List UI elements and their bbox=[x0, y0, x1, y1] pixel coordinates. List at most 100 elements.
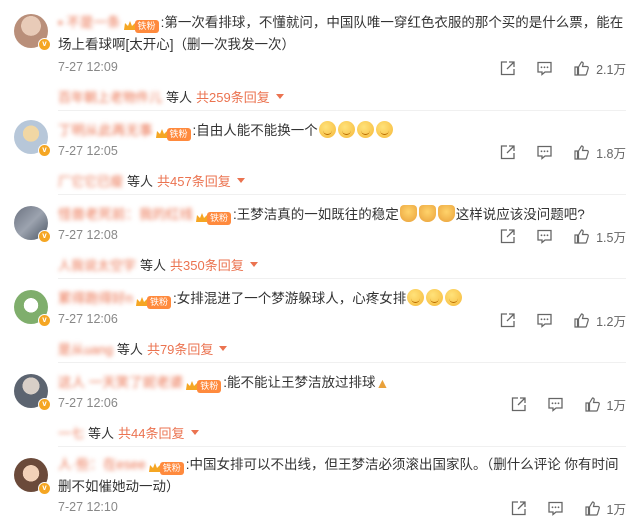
share-icon[interactable] bbox=[499, 228, 516, 245]
fan-badge: 铁粉 bbox=[185, 375, 222, 393]
comment-username[interactable]: ▪ 不是一条 bbox=[58, 15, 121, 30]
divider bbox=[58, 446, 626, 447]
reply-count[interactable]: 共457条回复 bbox=[157, 171, 231, 190]
reply-username[interactable]: 人我说太空宇 bbox=[58, 255, 136, 274]
like-button[interactable]: 1万 bbox=[584, 395, 626, 414]
comment-icon[interactable] bbox=[536, 144, 553, 161]
comment-text: 丁明从此再无事 铁粉:自由人能不能换一个 bbox=[58, 120, 626, 142]
verified-badge-icon: v bbox=[38, 38, 51, 51]
fan-badge: 铁粉 bbox=[123, 15, 159, 33]
grin-emoji-icon bbox=[375, 121, 393, 139]
verified-badge-icon: v bbox=[38, 482, 51, 495]
fan-badge: 铁粉 bbox=[148, 457, 184, 475]
thumbs-up-icon bbox=[574, 60, 589, 76]
grin-emoji-icon bbox=[426, 289, 444, 307]
thumbs-up-emoji-icon bbox=[399, 205, 417, 223]
share-icon[interactable] bbox=[499, 60, 516, 77]
grin-emoji-icon bbox=[337, 121, 355, 139]
like-count: 1万 bbox=[606, 502, 626, 517]
pray-emoji-icon: ▲ bbox=[375, 375, 390, 392]
reply-summary[interactable]: 人我说太空宇 等人 共350条回复 bbox=[58, 254, 258, 274]
comment-body: :王梦洁真的一如既往的稳定 bbox=[233, 207, 399, 222]
comment-username[interactable]: 丁明从此再无事 bbox=[58, 123, 153, 138]
reply-count[interactable]: 共79条回复 bbox=[147, 339, 213, 358]
comment-icon[interactable] bbox=[547, 500, 564, 517]
like-count: 2.1万 bbox=[596, 62, 626, 77]
chevron-down-icon[interactable] bbox=[275, 93, 284, 99]
verified-badge-icon: v bbox=[38, 314, 51, 327]
comment-username[interactable]: 这人 一天笑了妮老婆 bbox=[58, 375, 183, 390]
reply-summary[interactable]: 厂它它已瘦 等人 共457条回复 bbox=[58, 170, 245, 190]
like-count: 1.2万 bbox=[596, 314, 626, 329]
like-count: 1万 bbox=[606, 398, 626, 413]
comment-icon[interactable] bbox=[536, 228, 553, 245]
comment-time: 7-27 12:08 bbox=[58, 228, 118, 242]
thumbs-up-icon bbox=[574, 312, 589, 328]
fan-badge: 铁粉 bbox=[135, 291, 172, 309]
like-button[interactable]: 1万 bbox=[584, 499, 626, 518]
comment-text: 怪兽老死前：我的红线 铁粉:王梦洁真的一如既往的稳定 这样说应该没问题吧? bbox=[58, 204, 626, 226]
comment-text: ▪ 不是一条 铁粉:第一次看排球，不懂就问，中国队唯一穿红色衣服的那个买的是什么票… bbox=[58, 12, 626, 56]
verified-badge-icon: v bbox=[38, 230, 51, 243]
like-count: 1.8万 bbox=[596, 146, 626, 161]
grin-emoji-icon bbox=[356, 121, 374, 139]
like-button[interactable]: 1.2万 bbox=[573, 311, 626, 330]
chevron-down-icon[interactable] bbox=[249, 261, 258, 267]
grin-emoji-icon bbox=[407, 289, 425, 307]
comment-username[interactable]: 人·些：在esee bbox=[58, 457, 146, 472]
comment-meta: 7-27 12:06 1.2万 bbox=[58, 310, 626, 330]
reply-username[interactable]: 一七 bbox=[58, 423, 84, 442]
share-icon[interactable] bbox=[499, 144, 516, 161]
comment-body: :女排混进了一个梦游躲球人，心疼女排 bbox=[173, 291, 407, 306]
share-icon[interactable] bbox=[510, 500, 527, 517]
thumbs-up-emoji-icon bbox=[437, 205, 455, 223]
fan-badge: 铁粉 bbox=[195, 207, 232, 225]
like-button[interactable]: 2.1万 bbox=[573, 59, 626, 78]
comment-meta: 7-27 12:06 1万 bbox=[58, 394, 626, 414]
comment-time: 7-27 12:06 bbox=[58, 396, 118, 410]
chevron-down-icon[interactable] bbox=[219, 345, 228, 351]
chevron-down-icon[interactable] bbox=[236, 177, 245, 183]
comment-icon[interactable] bbox=[536, 60, 553, 77]
reply-username[interactable]: 是从uang bbox=[58, 339, 113, 358]
reply-summary[interactable]: 百年朝上老物件儿 等人 共259条回复 bbox=[58, 86, 284, 106]
like-count: 1.5万 bbox=[596, 230, 626, 245]
like-button[interactable]: 1.5万 bbox=[573, 227, 626, 246]
reply-count[interactable]: 共44条回复 bbox=[118, 423, 184, 442]
comment-username[interactable]: 怪兽老死前：我的红线 bbox=[58, 207, 193, 222]
comment-meta: 7-27 12:08 1.5万 bbox=[58, 226, 626, 246]
grin-emoji-icon bbox=[318, 121, 336, 139]
comment-meta: 7-27 12:10 1万 bbox=[58, 498, 626, 518]
comment-time: 7-27 12:06 bbox=[58, 312, 118, 326]
reply-summary[interactable]: 是从uang 等人 共79条回复 bbox=[58, 338, 228, 358]
thumbs-up-icon bbox=[574, 144, 589, 160]
divider bbox=[58, 278, 626, 279]
reply-count[interactable]: 共259条回复 bbox=[196, 87, 270, 106]
comment-icon[interactable] bbox=[547, 396, 564, 413]
comment-meta: 7-27 12:09 2.1万 bbox=[58, 58, 626, 78]
thumbs-up-icon bbox=[584, 396, 600, 412]
share-icon[interactable] bbox=[510, 396, 527, 413]
comment-time: 7-27 12:05 bbox=[58, 144, 118, 158]
comment-body: :能不能让王梦洁放过排球 bbox=[223, 375, 376, 390]
comment-body: :自由人能不能换一个 bbox=[192, 123, 318, 138]
grin-emoji-icon bbox=[445, 289, 463, 307]
reply-count[interactable]: 共350条回复 bbox=[170, 255, 244, 274]
comment-time: 7-27 12:09 bbox=[58, 60, 118, 74]
comment-username[interactable]: 累得跑得好n bbox=[58, 291, 133, 306]
verified-badge-icon: v bbox=[38, 144, 51, 157]
fan-badge: 铁粉 bbox=[155, 123, 191, 141]
thumbs-up-icon bbox=[574, 228, 589, 244]
reply-username[interactable]: 百年朝上老物件儿 bbox=[58, 87, 162, 106]
comment-icon[interactable] bbox=[536, 312, 553, 329]
comment-text: 这人 一天笑了妮老婆 铁粉:能不能让王梦洁放过排球▲ bbox=[58, 372, 626, 394]
reply-username[interactable]: 厂它它已瘦 bbox=[58, 171, 123, 190]
chevron-down-icon[interactable] bbox=[190, 429, 199, 435]
comment-meta: 7-27 12:05 1.8万 bbox=[58, 142, 626, 162]
comment-time: 7-27 12:10 bbox=[58, 500, 118, 514]
comment-body-tail: 这样说应该没问题吧? bbox=[455, 207, 585, 222]
reply-summary[interactable]: 一七 等人 共44条回复 bbox=[58, 422, 199, 442]
share-icon[interactable] bbox=[499, 312, 516, 329]
like-button[interactable]: 1.8万 bbox=[573, 143, 626, 162]
divider bbox=[58, 194, 626, 195]
